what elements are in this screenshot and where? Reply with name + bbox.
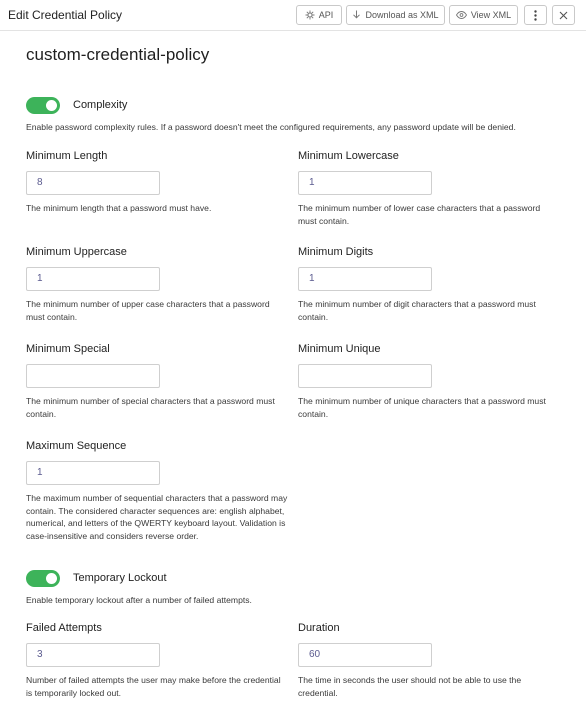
min-digits-field: Minimum Digits 1 The minimum number of d…: [298, 245, 560, 323]
min-digits-input[interactable]: 1: [298, 267, 432, 291]
close-icon: [559, 11, 568, 20]
duration-help: The time in seconds the user should not …: [298, 675, 522, 698]
api-button-label: API: [318, 10, 334, 20]
min-lowercase-help: The minimum number of lower case charact…: [298, 203, 541, 226]
api-icon: [305, 10, 315, 20]
min-digits-help: The minimum number of digit characters t…: [298, 299, 536, 322]
download-xml-label: Download as XML: [365, 10, 439, 20]
min-length-input[interactable]: 8: [26, 171, 160, 195]
dialog-header: Edit Credential Policy API Download as X…: [0, 0, 586, 31]
min-special-field: Minimum Special The minimum number of sp…: [26, 342, 288, 420]
complexity-toggle[interactable]: [26, 97, 60, 114]
min-length-help: The minimum length that a password must …: [26, 203, 212, 213]
min-lowercase-input[interactable]: 1: [298, 171, 432, 195]
toggle-knob: [46, 100, 57, 111]
max-sequence-label: Maximum Sequence: [26, 440, 127, 452]
duration-label: Duration: [298, 622, 340, 634]
min-unique-input[interactable]: [298, 364, 432, 388]
min-length-label: Minimum Length: [26, 150, 108, 162]
min-lowercase-field: Minimum Lowercase 1 The minimum number o…: [298, 149, 560, 227]
min-unique-help: The minimum number of unique characters …: [298, 396, 546, 419]
min-uppercase-label: Minimum Uppercase: [26, 246, 127, 258]
min-digits-label: Minimum Digits: [298, 246, 374, 258]
duration-field: Duration 60 The time in seconds the user…: [298, 621, 560, 699]
lockout-toggle[interactable]: [26, 570, 60, 587]
view-xml-label: View XML: [470, 10, 512, 20]
min-special-input[interactable]: [26, 364, 160, 388]
min-unique-field: Minimum Unique The minimum number of uni…: [298, 342, 560, 420]
toggle-knob: [46, 573, 57, 584]
lockout-description: Enable temporary lockout after a number …: [26, 595, 252, 605]
dialog-title: Edit Credential Policy: [8, 8, 123, 22]
complexity-description: Enable password complexity rules. If a p…: [26, 122, 516, 132]
min-lowercase-label: Minimum Lowercase: [298, 150, 399, 162]
eye-icon: [455, 11, 467, 19]
failed-attempts-help: Number of failed attempts the user may m…: [26, 675, 281, 698]
api-button[interactable]: API: [296, 5, 342, 25]
min-uppercase-input[interactable]: 1: [26, 267, 160, 291]
view-xml-button[interactable]: View XML: [449, 5, 518, 25]
max-sequence-input[interactable]: 1: [26, 461, 160, 485]
min-length-field: Minimum Length 8 The minimum length that…: [26, 149, 288, 215]
download-xml-button[interactable]: Download as XML: [346, 5, 445, 25]
min-uppercase-field: Minimum Uppercase 1 The minimum number o…: [26, 245, 288, 323]
failed-attempts-field: Failed Attempts 3 Number of failed attem…: [26, 621, 288, 699]
lockout-label: Temporary Lockout: [73, 572, 167, 584]
failed-attempts-input[interactable]: 3: [26, 643, 160, 667]
max-sequence-field: Maximum Sequence 1 The maximum number of…: [26, 439, 288, 542]
policy-name: custom-credential-policy: [26, 45, 210, 64]
more-vertical-icon: [534, 9, 537, 21]
failed-attempts-label: Failed Attempts: [26, 622, 102, 634]
max-sequence-help: The maximum number of sequential charact…: [26, 493, 288, 541]
min-uppercase-help: The minimum number of upper case charact…: [26, 299, 270, 322]
min-special-label: Minimum Special: [26, 343, 110, 355]
complexity-label: Complexity: [73, 99, 128, 111]
min-unique-label: Minimum Unique: [298, 343, 381, 355]
more-options-button[interactable]: [524, 5, 547, 25]
duration-input[interactable]: 60: [298, 643, 432, 667]
download-icon: [352, 10, 361, 20]
close-button[interactable]: [552, 5, 575, 25]
min-special-help: The minimum number of special characters…: [26, 396, 275, 419]
